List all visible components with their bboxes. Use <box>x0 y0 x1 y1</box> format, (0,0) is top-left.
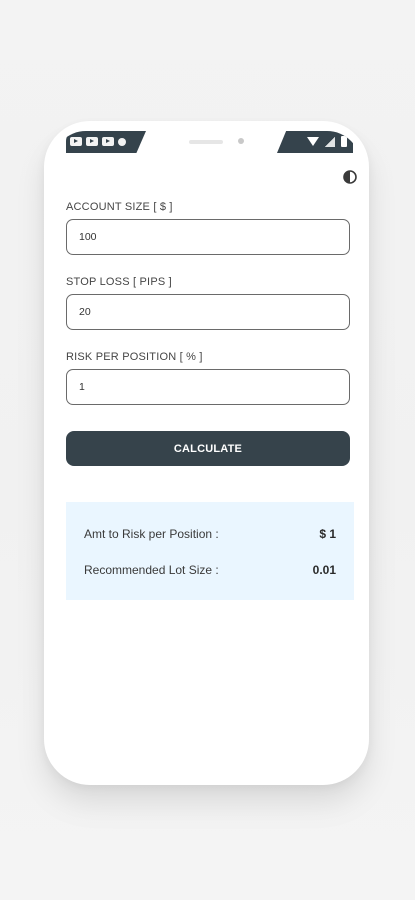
account-size-label: ACCOUNT SIZE [ $ ] <box>66 201 173 213</box>
stop-loss-label: STOP LOSS [ PIPS ] <box>66 276 172 288</box>
lot-size-row: Recommended Lot Size : 0.01 <box>84 552 336 588</box>
play-icon <box>86 137 98 146</box>
phone-speaker <box>189 140 223 144</box>
signal-icon <box>325 136 335 147</box>
account-size-input[interactable] <box>79 231 349 243</box>
lot-size-label: Recommended Lot Size : <box>84 563 219 577</box>
risk-per-position-label: RISK PER POSITION [ % ] <box>66 351 203 363</box>
risk-amount-value: $ 1 <box>319 527 336 541</box>
status-bar-right <box>277 131 353 153</box>
results-panel: Amt to Risk per Position : $ 1 Recommend… <box>66 502 354 600</box>
calculator-form: ACCOUNT SIZE [ $ ] STOP LOSS [ PIPS ] RI… <box>66 201 350 426</box>
phone-camera <box>238 138 244 144</box>
play-icon <box>102 137 114 146</box>
phone-frame: ACCOUNT SIZE [ $ ] STOP LOSS [ PIPS ] RI… <box>44 121 369 785</box>
battery-icon <box>341 136 347 147</box>
half-moon-icon[interactable] <box>342 169 358 185</box>
stop-loss-input[interactable] <box>79 306 349 318</box>
risk-amount-label: Amt to Risk per Position : <box>84 527 219 541</box>
risk-amount-row: Amt to Risk per Position : $ 1 <box>84 516 336 552</box>
app-screen: ACCOUNT SIZE [ $ ] STOP LOSS [ PIPS ] RI… <box>52 131 361 771</box>
stop-loss-field[interactable] <box>66 294 350 330</box>
risk-per-position-field[interactable] <box>66 369 350 405</box>
status-bar-left <box>66 131 146 153</box>
wifi-icon <box>307 137 319 146</box>
play-icon <box>70 137 82 146</box>
risk-per-position-input[interactable] <box>79 381 349 393</box>
lot-size-value: 0.01 <box>312 563 336 577</box>
dot-icon <box>118 137 126 146</box>
calculate-button[interactable]: CALCULATE <box>66 431 350 466</box>
account-size-field[interactable] <box>66 219 350 255</box>
